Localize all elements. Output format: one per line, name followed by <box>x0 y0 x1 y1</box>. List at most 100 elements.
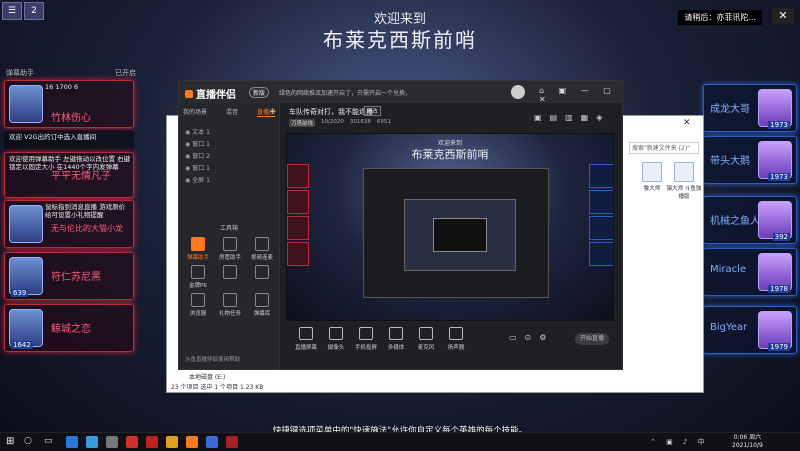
manager-icon <box>223 237 237 251</box>
tool-video-link[interactable]: 视频连麦 <box>247 237 277 261</box>
player-card[interactable]: 欢迎使用弹幕助手 左键拖动以改位置 右键锁定以固定大小 在1440个字内发弹幕 … <box>4 152 134 198</box>
scene-item[interactable]: ◉ 全屏 1 <box>185 175 210 184</box>
phone-cast-button[interactable]: 手机投屏 <box>351 327 381 351</box>
tab-scenes[interactable]: 我的场景 <box>183 107 207 117</box>
tool-room-manager[interactable]: 房管助手 <box>215 237 245 261</box>
version-badge[interactable]: 新版 <box>249 87 270 98</box>
drive-item[interactable]: 本地磁盘 (E:) <box>189 372 225 381</box>
app-icon[interactable] <box>86 436 98 448</box>
preview-player-card <box>589 216 613 240</box>
scene-item[interactable]: ◉ 窗口 2 <box>185 151 210 160</box>
screen-capture-button[interactable]: 直播屏幕 <box>291 327 321 351</box>
live-app-icon[interactable] <box>186 436 198 448</box>
app-icon[interactable] <box>106 436 118 448</box>
tool-pk[interactable]: 金牌PK <box>183 265 213 289</box>
category-tag[interactable]: 刀塔前线 <box>289 119 316 127</box>
player-card[interactable]: 鼠标指到消息直播 游戏原价给可设置小礼物提醒 无与伦比的大猫小龙 <box>4 200 134 248</box>
game-icon[interactable] <box>226 436 238 448</box>
status-text: 请稍后：亦菲讯陀... <box>678 10 762 25</box>
control-label: 手机投屏 <box>354 345 377 351</box>
extra-controls[interactable]: ▭⊙⚙ <box>509 333 554 342</box>
player-name: 符仁苏尼黑 <box>51 272 101 283</box>
recursive-preview <box>433 218 487 252</box>
search-icon[interactable]: ○ <box>24 436 36 448</box>
add-icon[interactable]: + <box>269 107 277 117</box>
tool-label: 金牌PK <box>189 283 207 289</box>
player-card[interactable]: 1642 鲸城之恋 <box>4 304 134 352</box>
preview-player-card <box>287 242 309 266</box>
task-view-icon[interactable]: ▭ <box>44 436 56 448</box>
screen-icon <box>299 327 313 340</box>
player-name: 竹林伤心 <box>51 113 91 124</box>
player-name: 平平无情凡子 <box>51 171 111 182</box>
app-icon[interactable] <box>146 436 158 448</box>
barrage-header-title: 弹幕助手 <box>6 69 34 77</box>
barrage-icon <box>191 237 205 251</box>
media-icon <box>389 327 403 340</box>
tool-browser[interactable]: 浏览器 <box>183 293 213 317</box>
streaming-app-window[interactable]: 直播伴侣 新版 绿色的网络推流加速开启了，只需开启一个兑换， ⌂ ▣ — ▢ ✕… <box>178 80 623 370</box>
scene-item[interactable]: ◉ 窗口 1 <box>185 139 210 148</box>
tool-label: 弹幕助手 <box>186 255 209 261</box>
edge-icon[interactable] <box>66 436 78 448</box>
header-icons[interactable]: ▣▤▥▦◈ <box>534 113 610 122</box>
notice-text[interactable]: 绿色的网络推流加速开启了，只需开启一个兑换， <box>279 88 411 97</box>
recursive-preview <box>363 168 549 298</box>
toolbox-title: 工具箱 <box>219 225 238 232</box>
scene-item[interactable]: ◉ 窗口 1 <box>185 163 210 172</box>
player-card[interactable]: 1973 成龙大哥 <box>703 84 797 132</box>
tool-barrage-assistant[interactable]: 弹幕助手 <box>183 237 213 261</box>
preview-player-card <box>589 242 613 266</box>
clock-date: 2021/10/9 <box>732 442 763 449</box>
player-score: 1978 <box>768 285 790 293</box>
avatar[interactable] <box>511 85 525 99</box>
preview-player-card <box>589 164 613 188</box>
tool-item[interactable] <box>247 265 277 281</box>
app-icon[interactable] <box>206 436 218 448</box>
file-item[interactable]: 猿大师 斗鱼独播版 <box>665 162 703 200</box>
browser-icon <box>191 293 205 307</box>
multimedia-button[interactable]: 多媒体 <box>381 327 411 351</box>
system-tray[interactable]: ⌃ ▣ ♪ 中 <box>650 437 709 447</box>
player-card[interactable]: 392 机械之鱼人 <box>703 196 797 244</box>
tool-barrage-library[interactable]: 弹幕库 <box>247 293 277 317</box>
stream-preview[interactable]: 欢迎来到 布莱克西斯前哨 <box>286 133 614 321</box>
search-input[interactable]: 搜索"新建文件夹 (2)" <box>629 142 699 154</box>
player-card[interactable]: 639 符仁苏尼黑 <box>4 252 134 300</box>
camera-button[interactable]: 摄像头 <box>321 327 351 351</box>
player-card[interactable]: 1978 Miracle <box>703 248 797 296</box>
edit-title-button[interactable]: 修改 <box>364 106 382 116</box>
tool-label: 房管助手 <box>218 255 241 261</box>
start-live-button[interactable]: 开始直播 <box>575 333 609 345</box>
player-card[interactable]: 1973 带头大鹅 <box>703 136 797 184</box>
player-card[interactable]: 1979 BigYear <box>703 306 797 354</box>
player-score: 1642 <box>11 341 33 349</box>
microphone-icon <box>419 327 433 340</box>
microphone-button[interactable]: 麦克风 <box>411 327 441 351</box>
hero-avatar <box>9 85 43 123</box>
windows-start-icon[interactable]: ⊞ <box>6 436 14 447</box>
close-icon[interactable]: ✕ <box>772 8 794 24</box>
tool-item[interactable] <box>215 265 245 281</box>
app-icon[interactable] <box>126 436 138 448</box>
player-card[interactable]: 16 1700 6 竹林伤心 <box>4 80 134 128</box>
camera-icon <box>329 327 343 340</box>
window-controls[interactable]: ⌂ ▣ — ▢ ✕ <box>539 86 622 104</box>
pk-icon <box>191 265 205 279</box>
barrage-header-status: 已开启 <box>115 69 136 77</box>
taskbar-clock[interactable]: 0:06 周六 2021/10/9 <box>732 434 763 450</box>
folder-icon[interactable] <box>166 436 178 448</box>
app-logo-text: 直播伴侣 <box>196 90 236 101</box>
app-sidebar: 我的场景 混音 直播间 + ◉ 文本 1 ◉ 窗口 1 ◉ 窗口 2 ◉ 窗口 … <box>179 103 280 369</box>
tab-mixer[interactable]: 混音 <box>226 107 238 117</box>
hero-avatar <box>9 205 43 243</box>
player-score: 1979 <box>768 343 790 351</box>
scene-item[interactable]: ◉ 文本 1 <box>185 127 210 136</box>
speaker-button[interactable]: 扬声器 <box>441 327 471 351</box>
left-player-panel: 弹幕助手 已开启 16 1700 6 竹林伤心 欢迎 V2G出的订中选入直播间 … <box>0 68 136 358</box>
preview-player-card <box>287 216 309 240</box>
player-name: 带头大鹅 <box>710 156 750 167</box>
help-link[interactable]: 斗鱼直播伴侣使用帮助 <box>185 355 240 363</box>
tool-gift-task[interactable]: 礼物任务 <box>215 293 245 317</box>
close-icon[interactable]: ✕ <box>683 118 691 128</box>
